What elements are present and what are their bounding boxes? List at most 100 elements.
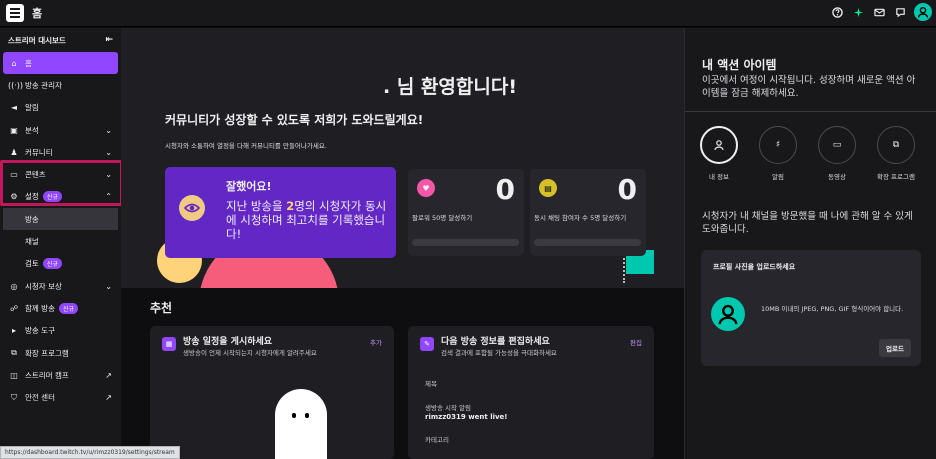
help-icon[interactable] — [830, 5, 844, 19]
action-notifications[interactable]: ♯ 알림 — [753, 126, 803, 181]
page-title: 홈 — [32, 7, 43, 20]
extension-icon: ⧉ — [877, 126, 915, 164]
home-icon: ⌂ — [11, 58, 17, 68]
calendar-icon: ▦ — [162, 337, 176, 351]
sidebar-item-label: 안전 센터 — [25, 393, 55, 403]
action-label: 동영상 — [828, 173, 846, 181]
card-text: 지난 방송을 2명의 시청자가 동시에 시청하며 최고치를 기록했습니다! — [226, 199, 387, 241]
panel-description: 생방송이 언제 시작되는지 시청자에게 알려주세요 — [183, 349, 317, 357]
hero-subtitle: 커뮤니티가 성장할 수 있도록 저희가 도와드릴게요! — [165, 113, 424, 127]
chevron-down-icon: ⌄ — [105, 125, 112, 135]
section-title: 추천 — [150, 301, 173, 315]
peak-viewers-card: 잘했어요! 지난 방송을 2명의 시청자가 동시에 시청하며 최고치를 기록했습… — [165, 167, 396, 258]
sidebar-item-analytics[interactable]: ▣ 분석 ⌄ — [0, 119, 121, 141]
chevron-down-icon: ⌄ — [105, 281, 112, 291]
chevron-up-icon: ⌃ — [105, 192, 112, 202]
schedule-panel: ▦ 방송 일정을 게시하세요 생방송이 언제 시작되는지 시청자에게 알려주세요… — [150, 326, 394, 459]
sidebar-item-stream-tools[interactable]: ▸ 방송 도구 — [0, 320, 121, 342]
followers-goal-card: ♥ 0 팔로워 50명 달성하기 — [408, 169, 524, 256]
goal-label: 팔로워 50명 달성하기 — [412, 214, 473, 222]
sidebar-item-settings[interactable]: ⚙ 설정 신규 ⌃ — [0, 186, 121, 208]
broadcast-icon: ((·)) — [8, 80, 24, 90]
sidebar-item-label: 확장 프로그램 — [25, 348, 69, 358]
sparkle-icon[interactable] — [851, 5, 865, 19]
rewards-icon: ◎ — [10, 281, 18, 291]
sidebar-item-label: 방송 — [25, 214, 39, 224]
top-bar: 홈 — [0, 0, 936, 27]
sidebar-item-home[interactable]: ⌂ 홈 — [3, 52, 118, 75]
analytics-icon: ▣ — [10, 125, 18, 135]
action-items-description: 이곳에서 여정이 시작됩니다. 성장하며 새로운 액션 아이템을 잠금 해제하세… — [702, 75, 916, 99]
new-badge: 신규 — [42, 191, 62, 203]
pencil-icon: ✎ — [420, 337, 434, 351]
sidebar-item-stream[interactable]: 방송 — [3, 208, 118, 231]
notification-label: 생방송 시작 알림 — [425, 404, 471, 412]
panel-title: 다음 방송 정보를 편집하세요 — [441, 337, 550, 347]
sidebar-item-label: 분석 — [25, 125, 39, 135]
main-content: . 님 환영합니다! 커뮤니티가 성장할 수 있도록 저희가 도와드릴게요! 시… — [121, 28, 684, 459]
progress-bar — [412, 239, 519, 246]
sidebar-item-safety-center[interactable]: ⛉ 안전 센터 ↗ — [0, 386, 121, 408]
sidebar-item-community[interactable]: ♟ 커뮤니티 ⌄ — [0, 141, 121, 163]
welcome-hero: . 님 환영합니다! 커뮤니티가 성장할 수 있도록 저희가 도와드릴게요! 시… — [121, 28, 684, 288]
profile-info-text: 시청자가 내 채널을 방문했을 때 나에 관해 알 수 있게 도와줍니다. — [702, 211, 913, 235]
sidebar-item-label: 검토 — [25, 259, 39, 269]
sidebar-item-content[interactable]: ▭ 콘텐츠 ⌄ — [0, 163, 121, 185]
sidebar-item-stream-manager[interactable]: ((·)) 방송 관리자 — [0, 74, 121, 96]
user-icon — [700, 126, 738, 164]
sidebar-item-viewer-rewards[interactable]: ◎ 시청자 보상 ⌄ — [0, 275, 121, 297]
mail-icon[interactable] — [872, 5, 886, 19]
action-label: 확장 프로그램 — [877, 173, 915, 181]
sidebar-item-review[interactable]: 검토 신규 — [0, 253, 121, 275]
action-extensions[interactable]: ⧉ 확장 프로그램 — [871, 126, 921, 181]
chevron-down-icon: ⌄ — [105, 170, 112, 180]
action-videos[interactable]: ▭ 동영상 — [812, 126, 862, 181]
extension-icon: ⧉ — [11, 348, 17, 357]
sidebar-item-channel[interactable]: 채널 — [0, 230, 121, 252]
community-icon: ♟ — [10, 147, 18, 157]
action-label: 내 정보 — [708, 173, 729, 181]
edit-stream-info-link[interactable]: 편집 — [630, 337, 642, 347]
goal-value: 0 — [495, 173, 515, 206]
new-badge: 신규 — [42, 258, 62, 270]
title-label: 제목 — [425, 380, 437, 388]
ghost-illustration — [275, 389, 327, 459]
chat-icon[interactable] — [893, 5, 907, 19]
sidebar-item-label: 알림 — [25, 103, 39, 113]
sidebar-item-label: 방송 도구 — [25, 326, 55, 336]
sidebar-item-label: 함께 방송 — [25, 303, 55, 313]
sidebar-item-label: 채널 — [25, 237, 39, 247]
sidebar-item-label: 커뮤니티 — [25, 147, 53, 157]
chat-icon: ▤ — [539, 179, 557, 197]
sidebar-item-alerts[interactable]: ◄ 알림 — [0, 97, 121, 119]
panel-title: 방송 일정을 게시하세요 — [183, 337, 273, 347]
collapse-icon[interactable]: ⇤ — [105, 35, 113, 45]
megaphone-icon: ◄ — [10, 103, 18, 113]
camera-icon: ▸ — [11, 326, 16, 336]
sidebar-item-label: 시청자 보상 — [25, 281, 62, 291]
progress-bar — [534, 239, 641, 246]
book-icon: ◫ — [10, 370, 18, 380]
goal-label: 동시 채팅 참여자 수 5명 달성하기 — [534, 214, 627, 222]
sidebar-header: 스트리머 대시보드 — [8, 35, 66, 45]
action-my-info[interactable]: 내 정보 — [694, 126, 744, 181]
panel-description: 검색 결과에 포함될 가능성을 극대화하세요 — [441, 349, 557, 357]
chatters-goal-card: ▤ 0 동시 채팅 참여자 수 5명 달성하기 — [530, 169, 646, 256]
eye-icon — [179, 195, 205, 221]
upload-profile-card: 프로필 사진을 업로드하세요 10MB 이내의 JPEG, PNG, GIF 형… — [701, 250, 921, 366]
add-schedule-link[interactable]: 추가 — [370, 337, 382, 347]
sidebar-item-label: 설정 — [25, 192, 39, 202]
sidebar-item-extensions[interactable]: ⧉ 확장 프로그램 — [0, 342, 121, 364]
upload-card-description: 10MB 이내의 JPEG, PNG, GIF 형식이어야 합니다. — [761, 305, 904, 313]
menu-icon[interactable] — [6, 4, 24, 22]
sidebar-item-creator-camp[interactable]: ◫ 스트리머 캠프 ↗ — [0, 364, 121, 386]
avatar[interactable] — [914, 3, 932, 21]
welcome-heading: . 님 환영합니다! — [383, 76, 517, 98]
sidebar-item-collab[interactable]: ☍ 함께 방송 신규 — [0, 297, 121, 319]
external-link-icon: ↗ — [105, 370, 112, 380]
upload-button[interactable]: 업로드 — [879, 339, 911, 357]
profile-placeholder-icon — [711, 297, 745, 331]
video-icon: ▭ — [818, 126, 856, 164]
notification-value: rimzz0319 went live! — [425, 413, 508, 421]
action-items-panel: 내 액션 아이템 이곳에서 여정이 시작됩니다. 성장하며 새로운 액션 아이템… — [684, 28, 936, 459]
